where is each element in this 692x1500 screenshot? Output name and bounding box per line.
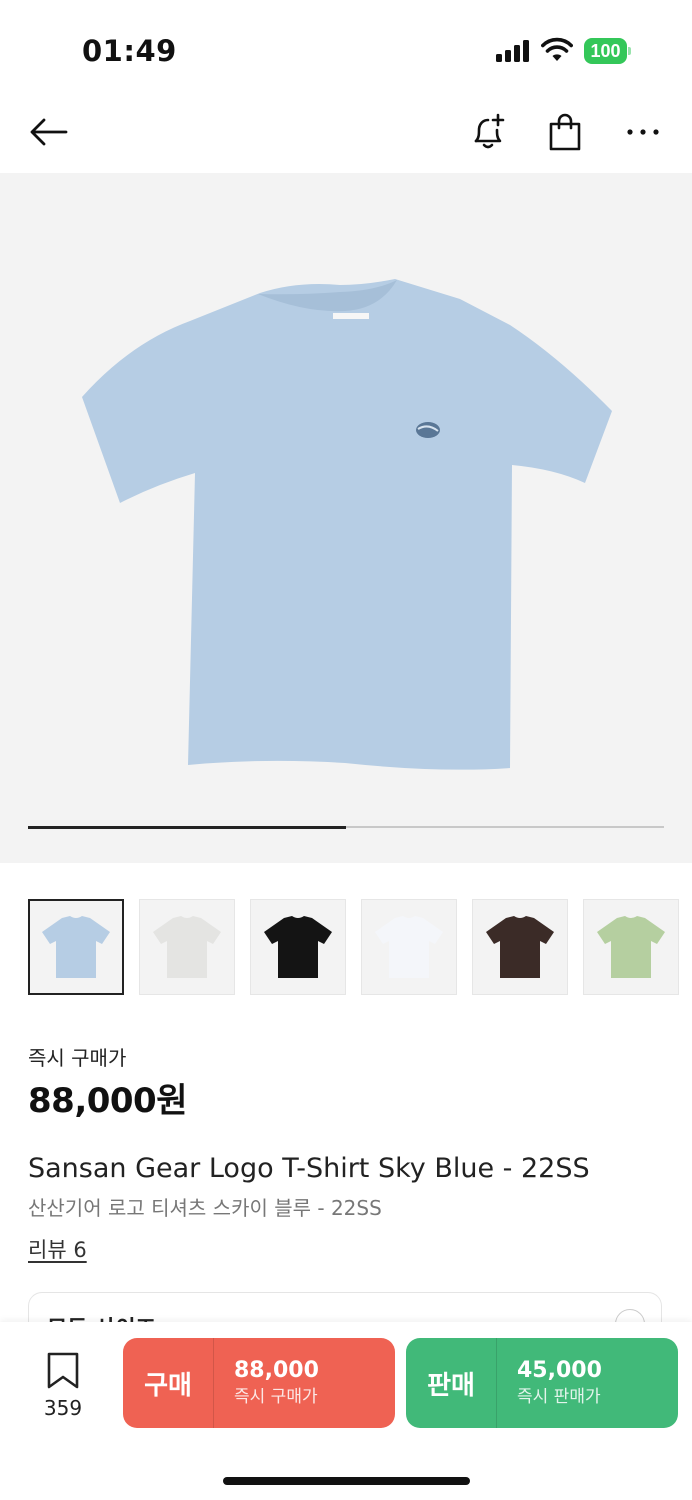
- product-title-ko: 산산기어 로고 티셔츠 스카이 블루 - 22SS: [28, 1196, 382, 1220]
- sell-button[interactable]: 판매 45,000 즉시 판매가: [406, 1338, 678, 1428]
- thumbnail-tshirt-image: [486, 916, 554, 978]
- review-link[interactable]: 리뷰 6: [28, 1234, 87, 1264]
- gallery-progress: [28, 825, 664, 829]
- instant-buy-price: 88,000원: [28, 1081, 187, 1121]
- status-time: 01:49: [82, 34, 177, 68]
- product-image-carousel[interactable]: [0, 173, 692, 863]
- more-icon[interactable]: [621, 110, 665, 154]
- thumbnail-green[interactable]: [583, 899, 679, 995]
- battery-level: 100: [584, 38, 627, 64]
- thumbnail-white-gray[interactable]: [139, 899, 235, 995]
- shopping-bag-icon[interactable]: [543, 110, 587, 154]
- sell-sub-label: 즉시 판매가: [517, 1387, 601, 1407]
- buy-button[interactable]: 구매 88,000 즉시 구매가: [123, 1338, 395, 1428]
- product-title-en: Sansan Gear Logo T-Shirt Sky Blue - 22SS: [28, 1153, 590, 1184]
- sell-amount: 45,000: [517, 1358, 602, 1383]
- sell-label: 판매: [427, 1370, 475, 1401]
- buy-amount: 88,000: [234, 1358, 319, 1383]
- thumbnail-tshirt-image: [375, 916, 443, 978]
- cellular-signal-icon: [496, 40, 532, 62]
- battery-icon: 100: [584, 38, 632, 64]
- buy-sub-label: 즉시 구매가: [234, 1387, 318, 1407]
- bookmark-icon: [38, 1352, 88, 1394]
- home-indicator[interactable]: [223, 1477, 470, 1485]
- thumbnail-tshirt-image: [264, 916, 332, 978]
- wifi-icon: [541, 37, 573, 63]
- back-arrow-icon[interactable]: [26, 110, 70, 154]
- thumbnail-tshirt-image: [153, 916, 221, 978]
- thumbnail-tshirt-image: [597, 916, 665, 978]
- thumbnail-sky-blue[interactable]: [28, 899, 124, 995]
- thumbnail-brown[interactable]: [472, 899, 568, 995]
- bookmark-count: 359: [43, 1396, 83, 1420]
- thumbnail-white[interactable]: [361, 899, 457, 995]
- color-thumbnails: [28, 899, 679, 995]
- thumbnail-black[interactable]: [250, 899, 346, 995]
- bookmark-button[interactable]: 359: [38, 1352, 88, 1420]
- thumbnail-tshirt-image: [42, 916, 110, 978]
- bell-plus-icon[interactable]: [466, 110, 510, 154]
- buy-label: 구매: [144, 1370, 192, 1401]
- instant-buy-price-label: 즉시 구매가: [28, 1046, 127, 1070]
- product-image-tshirt: [82, 279, 612, 770]
